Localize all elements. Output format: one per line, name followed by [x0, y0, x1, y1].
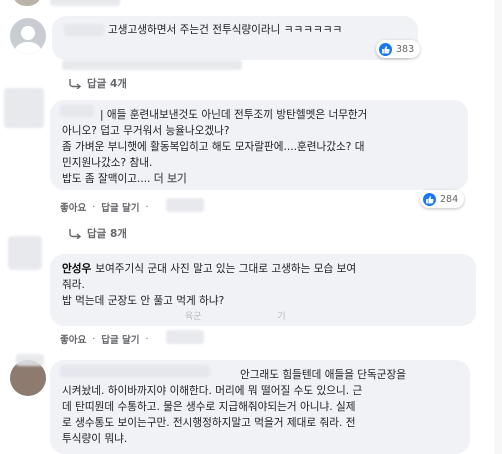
- comment-text-line: | 애들 훈련내보낸것도 아닌데 전투조끼 방탄헬멧은 너무한거: [100, 109, 368, 121]
- like-button[interactable]: 좋아요: [60, 200, 86, 214]
- comment-actions: 좋아요 · 답글 달기 ·: [60, 332, 149, 347]
- comment-text-line: 안그래도 힘들텐데 애들을 단독군장을: [240, 369, 407, 381]
- view-replies-link[interactable]: 답글 8개: [68, 226, 127, 241]
- comment-text: 고생고생하면서 주는건 전투식량이라니 ㅋㅋㅋㅋㅋㅋ: [108, 24, 343, 36]
- mention-fragment: 육군: [184, 312, 202, 322]
- comment-author[interactable]: 안성우: [62, 263, 91, 275]
- replies-count: 답글 8개: [87, 228, 127, 240]
- reply-button[interactable]: 답글 달기: [101, 200, 139, 214]
- like-count-badge[interactable]: 383: [376, 40, 421, 58]
- view-replies-link[interactable]: 답글 4개: [68, 76, 127, 91]
- redacted-timestamp: [166, 330, 204, 344]
- redacted-top: [50, 0, 120, 6]
- scrollbar-track[interactable]: [494, 0, 502, 454]
- comment-text-line: 로 생수통도 보이는구만. 전시행정하지말고 먹을거 제대로 줘라. 전: [62, 417, 356, 429]
- comment-actions: 좋아요 · 답글 달기 ·: [60, 200, 149, 215]
- like-count: 383: [396, 43, 415, 55]
- redacted-author: [60, 105, 94, 117]
- comment-text-line: 시켜놨네. 하이바까지야 이해한다. 머리에 뭐 떨어질 수도 있으니. 근: [62, 385, 363, 397]
- comment-text-line: 보여주기식 군대 사진 말고 있는 그대로 고생하는 모습 보여: [95, 263, 357, 275]
- like-button[interactable]: 좋아요: [60, 332, 86, 346]
- comment-bubble: 안그래도 힘들텐데 애들을 단독군장을 시켜놨네. 하이바까지야 이해한다. 머…: [50, 360, 470, 454]
- comment-bubble: | 애들 훈련내보낸것도 아닌데 전투조끼 방탄헬멧은 너무한거 아니오? 덥고…: [50, 100, 468, 190]
- mention-tail: 기: [277, 312, 286, 322]
- comment-text-line: 아니오? 덥고 무거워서 능율나오겠나?: [62, 125, 230, 137]
- like-count-badge[interactable]: 284: [420, 190, 465, 208]
- comment-text-line: 좀 가벼운 부니햇에 활동복입히고 해도 모자랄판에....훈련나갔소? 대: [62, 141, 365, 153]
- avatar-top-partial[interactable]: [14, 0, 40, 6]
- like-thumb-icon: [423, 192, 436, 206]
- like-count: 284: [440, 193, 459, 205]
- comment-bubble: 안성우 보여주기식 군대 사진 말고 있는 그대로 고생하는 모습 보여 줘라. …: [50, 254, 476, 326]
- redacted-timestamp: [166, 198, 204, 212]
- redacted-author: [60, 365, 210, 377]
- comment-text-line: 민지원나갔소? 참내.: [62, 157, 153, 169]
- comment-text-line: 데 탄띠뭔데 수통하고. 물은 생수로 지급해줘야되는거 아니냐. 실제: [62, 401, 356, 413]
- redacted-avatar: [8, 236, 42, 270]
- reply-arrow-icon: [69, 228, 82, 239]
- comment-text-line: 줘라.: [62, 279, 85, 291]
- replies-count: 답글 4개: [87, 78, 127, 90]
- like-thumb-icon: [379, 42, 392, 56]
- comment-text-line: 밥 먹는데 군장도 안 풀고 먹게 하냐?: [62, 295, 225, 307]
- redacted-author: [64, 24, 104, 36]
- comment-text-line: 밥도 좀 잘맥이고....: [62, 173, 151, 185]
- reply-arrow-icon: [69, 78, 82, 89]
- default-avatar-icon[interactable]: [10, 18, 46, 54]
- redacted-actions: [62, 60, 242, 70]
- comment-bubble: 고생고생하면서 주는건 전투식량이라니 ㅋㅋㅋㅋㅋㅋ: [52, 16, 418, 60]
- reply-button[interactable]: 답글 달기: [101, 332, 139, 346]
- see-more-link[interactable]: 더 보기: [154, 173, 187, 185]
- comment-text-line: 투식량이 뭐냐.: [62, 433, 128, 445]
- redacted-avatar: [4, 88, 44, 128]
- redacted-avatar-overlay: [16, 354, 44, 366]
